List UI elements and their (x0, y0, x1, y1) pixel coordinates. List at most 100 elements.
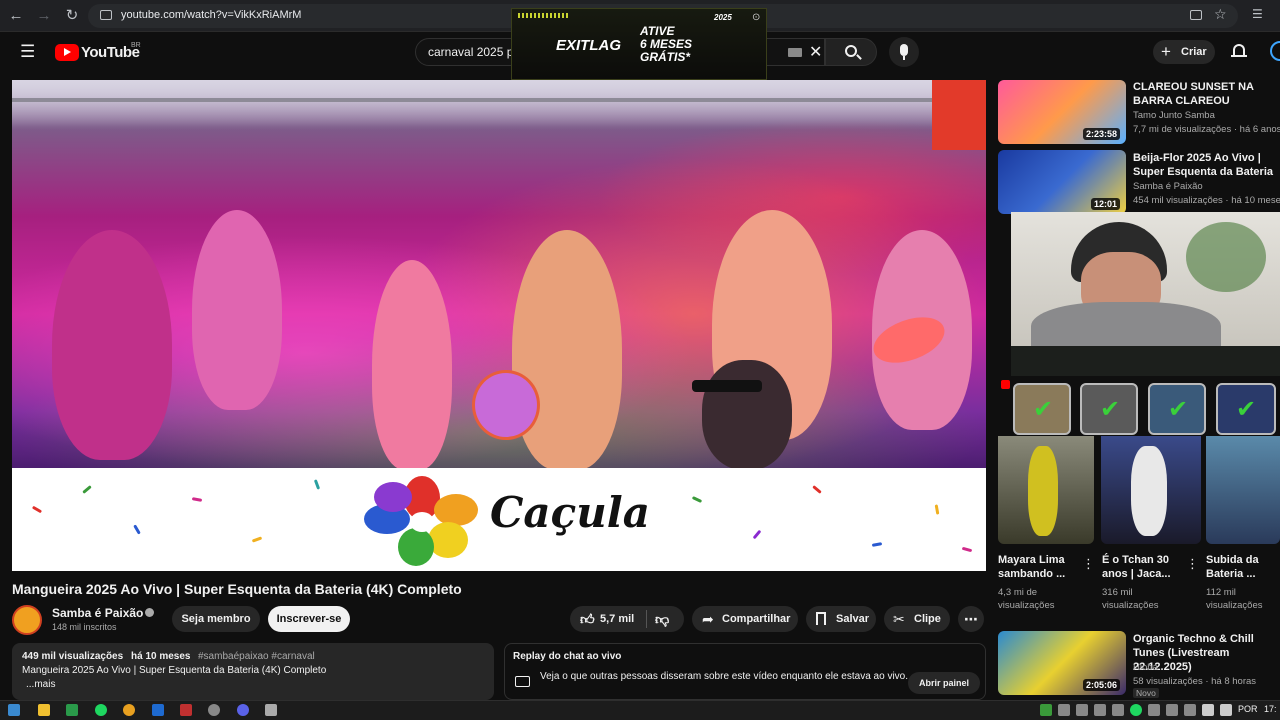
site-info-icon[interactable] (100, 10, 112, 20)
tray-spotify-icon[interactable] (1130, 704, 1142, 716)
open-panel-button[interactable]: Abrir painel (908, 672, 980, 694)
subscriber-count: 148 mil inscritos (52, 622, 117, 632)
check-badge-icon: ✔ (1080, 383, 1138, 435)
clear-search-icon[interactable]: ✕ (809, 42, 822, 62)
app-icon[interactable] (265, 704, 277, 716)
clock[interactable]: 17: (1264, 704, 1277, 714)
region-badge: BR (131, 42, 141, 49)
channel-avatar[interactable] (12, 605, 42, 635)
video-title: Mangueira 2025 Ao Vivo | Super Esquenta … (12, 581, 462, 597)
start-icon[interactable] (8, 704, 20, 716)
verified-badge-icon (145, 608, 154, 617)
language-indicator[interactable]: POR (1238, 704, 1258, 714)
obs-icon[interactable] (180, 704, 192, 716)
save-button[interactable]: Salvar (806, 606, 876, 632)
chat-replay-text: Veja o que outras pessoas disseram sobre… (540, 671, 909, 682)
discord-icon[interactable] (237, 704, 249, 716)
volume-icon[interactable] (1220, 704, 1232, 716)
more-actions-icon[interactable]: ⋯ (958, 606, 984, 632)
url-text: youtube.com/watch?v=VikKxRiAMrM (121, 9, 302, 21)
short-menu-icon[interactable]: ⋮ (1082, 556, 1095, 572)
tray-icon[interactable] (1058, 704, 1070, 716)
recommendation-thumbnail[interactable]: 2:23:58 (998, 80, 1126, 144)
ad-close-icon[interactable]: ⊙ (752, 12, 760, 23)
recommendation-thumbnail[interactable]: 2:05:06 (998, 631, 1126, 695)
duration-badge: 2:05:06 (1082, 679, 1120, 691)
check-badge-icon: ✔ (1216, 383, 1276, 435)
create-button[interactable]: + Criar (1153, 40, 1215, 64)
ad-brand: EXITLAG (556, 37, 622, 54)
like-dislike-group: 👍︎ 5,7 mil 👎︎ (570, 606, 684, 632)
new-badge: Novo (1133, 688, 1159, 698)
back-icon[interactable]: ← (6, 6, 26, 26)
webcam-overlay (1011, 212, 1280, 346)
file-explorer-icon[interactable] (38, 704, 50, 716)
reload-icon[interactable]: ↻ (62, 6, 82, 26)
voice-search-button[interactable] (889, 37, 919, 67)
tray-icon[interactable] (1166, 704, 1178, 716)
tray-icon[interactable] (1076, 704, 1088, 716)
short-thumbnail[interactable] (1206, 436, 1280, 544)
recommendation-title[interactable]: Beija-Flor 2025 Ao Vivo | Super Esquenta… (1133, 151, 1280, 179)
subscribe-button[interactable]: Inscrever-se (268, 606, 350, 632)
steam-icon[interactable] (208, 704, 220, 716)
youtube-logo-icon[interactable] (55, 44, 79, 61)
short-thumbnail[interactable] (1101, 436, 1201, 544)
microphone-icon (900, 44, 908, 56)
os-taskbar (0, 700, 1280, 720)
tray-icon[interactable] (1148, 704, 1160, 716)
plus-icon: + (1161, 42, 1171, 61)
short-thumbnail[interactable] (998, 436, 1094, 544)
video-player[interactable] (12, 80, 986, 470)
recommendation-channel[interactable]: Samba é Paixão (1133, 180, 1203, 193)
join-button[interactable]: Seja membro (172, 606, 260, 632)
share-label: Compartilhar (722, 613, 791, 625)
hashtags[interactable]: #sambaépaixao #carnaval (198, 651, 315, 662)
like-count[interactable]: 5,7 mil (600, 606, 634, 632)
search-button[interactable] (825, 38, 877, 66)
recommendation-channel[interactable]: Hioba (1133, 661, 1158, 674)
exitlag-ad[interactable]: EXITLAG ATIVE 6 MESES GRÁTIS* 2025 ⊙ (511, 8, 767, 80)
notifications-bell-icon[interactable] (1231, 43, 1247, 59)
recommendation-channel[interactable]: Tamo Junto Samba (1133, 109, 1215, 122)
search-input-value: carnaval 2025 p (428, 45, 514, 59)
menu-icon[interactable]: ☰ (20, 43, 35, 60)
tray-icon[interactable] (1184, 704, 1196, 716)
chrome-icon[interactable] (123, 704, 135, 716)
description-text: Mangueira 2025 Ao Vivo | Super Esquenta … (22, 665, 327, 676)
create-label: Criar (1181, 46, 1207, 58)
recommendation-thumbnail[interactable]: 12:01 (998, 150, 1126, 214)
recommendation-title[interactable]: CLAREOU SUNSET NA BARRA CLAREOU (1133, 80, 1280, 108)
duration-badge: 12:01 (1090, 198, 1120, 210)
save-bookmark-icon (816, 612, 826, 625)
shorts-icon (1001, 380, 1010, 389)
dislike-icon[interactable]: 👎︎ (655, 606, 669, 632)
clip-button[interactable]: ✂ Clipe (884, 606, 950, 632)
edge-icon[interactable] (152, 704, 164, 716)
wifi-icon[interactable] (1202, 704, 1214, 716)
ad-badge: 2025 (714, 13, 732, 22)
spotify-icon[interactable] (95, 704, 107, 716)
overlay-strip (1011, 346, 1280, 376)
channel-name[interactable]: Samba é Paixão (52, 606, 143, 620)
show-more-link[interactable]: ...mais (26, 679, 55, 690)
caçula-flower-logo-icon (362, 476, 482, 566)
chat-icon (515, 676, 530, 687)
forward-icon[interactable]: → (34, 6, 54, 26)
short-title[interactable]: Subida da Bateria ... (1206, 553, 1280, 581)
like-icon[interactable]: 👍︎ (580, 606, 595, 632)
xbox-icon[interactable] (66, 704, 78, 716)
keyboard-icon[interactable] (788, 48, 802, 57)
reading-list-icon[interactable]: ☰ (1252, 7, 1263, 21)
tray-icon[interactable] (1094, 704, 1106, 716)
cast-icon[interactable] (1190, 10, 1202, 20)
short-title[interactable]: É o Tchan 30 anos | Jaca... (1102, 553, 1184, 581)
short-menu-icon[interactable]: ⋮ (1186, 556, 1199, 572)
scissors-icon: ✂ (893, 611, 905, 627)
tray-icon[interactable] (1112, 704, 1124, 716)
ad-line3: GRÁTIS* (640, 50, 691, 64)
bookmark-star-icon[interactable]: ☆ (1214, 6, 1227, 23)
tray-icon[interactable] (1040, 704, 1052, 716)
share-button[interactable]: ➦ Compartilhar (692, 606, 798, 632)
short-title[interactable]: Mayara Lima sambando ... (998, 553, 1080, 581)
